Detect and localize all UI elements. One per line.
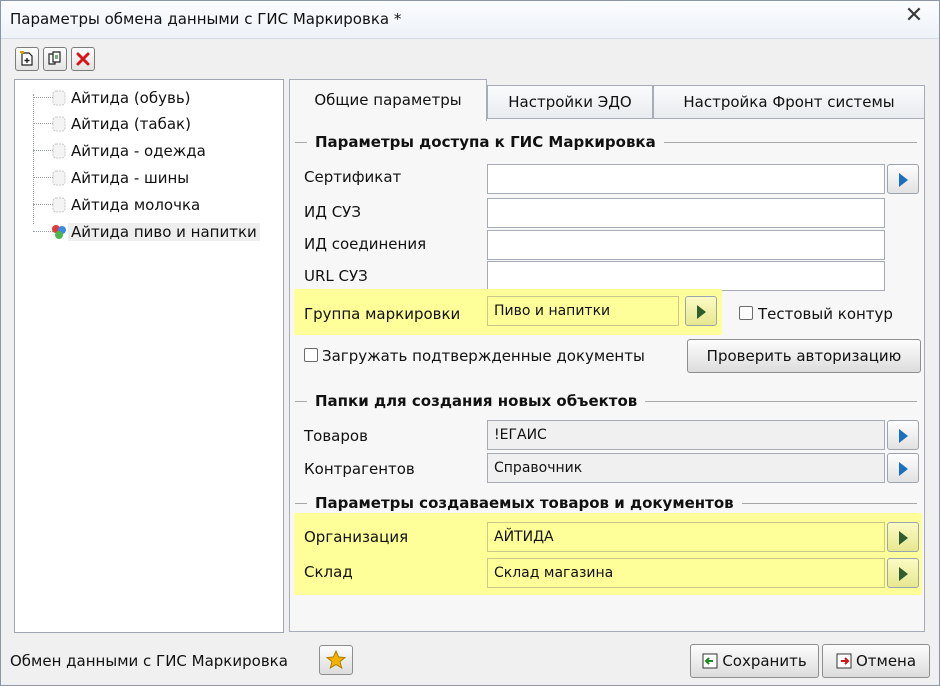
close-icon[interactable]: ✕ [903, 5, 925, 27]
contractors-folder-field[interactable]: Справочник [487, 453, 885, 483]
tree-item-label: Айтида пиво и напитки [68, 223, 260, 241]
window-title: Параметры обмена данными с ГИС Маркировк… [10, 10, 402, 28]
connection-id-field[interactable] [487, 230, 885, 260]
new-document-icon [20, 51, 33, 66]
marking-group-select-button[interactable] [685, 296, 717, 326]
organization-field[interactable]: АЙТИДА [487, 522, 885, 552]
load-confirmed-label: Загружать подтвержденные документы [322, 347, 645, 365]
marking-group-label: Группа маркировки [304, 305, 461, 323]
load-confirmed-checkbox[interactable] [304, 348, 318, 362]
tree-item[interactable]: Айтида (обувь) [15, 86, 283, 110]
test-contour-checkbox[interactable] [739, 306, 753, 320]
suz-id-field[interactable] [487, 198, 885, 228]
colored-circles-icon [52, 225, 66, 239]
tree-item-label: Айтида (обувь) [71, 89, 191, 107]
cancel-icon [836, 653, 852, 669]
copy-button[interactable] [43, 47, 67, 71]
blank-page-icon [52, 170, 66, 186]
section-access: Параметры доступа к ГИС Маркировка [295, 132, 917, 152]
save-button[interactable]: Сохранить [690, 644, 819, 678]
check-auth-button[interactable]: Проверить авторизацию [687, 339, 921, 373]
blank-page-icon [52, 143, 66, 159]
tree-item-label: Айтида молочка [71, 196, 201, 214]
exchange-tree[interactable]: Айтида (обувь) Айтида (табак) Айтида - о… [14, 79, 284, 633]
suz-url-label: URL СУЗ [304, 267, 368, 285]
tab-edo-settings[interactable]: Настройки ЭДО [487, 85, 653, 119]
section-title: Параметры доступа к ГИС Маркировка [307, 133, 664, 151]
favorite-button[interactable] [319, 645, 353, 675]
star-icon [326, 650, 346, 670]
cancel-button-label: Отмена [855, 652, 917, 670]
goods-folder-label: Товаров [304, 427, 368, 445]
footer-label: Обмен данными с ГИС Маркировка [10, 652, 288, 670]
title-bar: Параметры обмена данными с ГИС Маркировк… [1, 1, 939, 39]
organization-label: Организация [304, 528, 409, 546]
tree-item[interactable]: Айтида - одежда [15, 139, 283, 163]
section-title: Папки для создания новых объектов [307, 392, 646, 410]
blank-page-icon [52, 90, 66, 106]
test-contour-label: Тестовый контур [758, 305, 893, 323]
contractors-folder-label: Контрагентов [304, 460, 415, 478]
certificate-field[interactable] [487, 164, 885, 194]
tree-item-label: Айтида (табак) [71, 115, 191, 133]
delete-button[interactable] [71, 47, 95, 71]
arrow-right-icon [899, 531, 908, 545]
connection-id-label: ИД соединения [304, 235, 427, 253]
copy-document-icon [48, 51, 61, 65]
save-button-label: Сохранить [722, 652, 807, 670]
suz-url-field[interactable] [487, 261, 885, 291]
tab-strip: Общие параметры Настройки ЭДО Настройка … [289, 79, 925, 121]
warehouse-select-button[interactable] [887, 558, 919, 588]
suz-id-label: ИД СУЗ [304, 203, 361, 221]
section-folders: Папки для создания новых объектов [295, 391, 917, 411]
tree-item[interactable]: Айтида молочка [15, 193, 283, 217]
tab-general[interactable]: Общие параметры [289, 79, 487, 121]
tree-item-label: Айтида - одежда [71, 142, 206, 160]
tree-item[interactable]: Айтида (табак) [15, 112, 283, 136]
organization-select-button[interactable] [887, 522, 919, 552]
add-button[interactable] [15, 47, 39, 71]
section-params: Параметры создаваемых товаров и документ… [295, 493, 917, 513]
tab-front-system[interactable]: Настройка Фронт системы [653, 85, 925, 119]
goods-folder-field[interactable]: !ЕГАИС [487, 420, 885, 450]
arrow-right-icon [899, 567, 908, 581]
warehouse-label: Склад [304, 563, 353, 581]
goods-folder-select-button[interactable] [887, 420, 919, 450]
dialog-window: Параметры обмена данными с ГИС Маркировк… [0, 0, 940, 686]
arrow-right-icon [697, 305, 706, 319]
cancel-button[interactable]: Отмена [822, 644, 930, 678]
warehouse-field[interactable]: Склад магазина [487, 558, 885, 588]
tree-item-selected[interactable]: Айтида пиво и напитки [15, 220, 283, 244]
arrow-right-icon [899, 429, 908, 443]
arrow-right-icon [899, 173, 908, 187]
certificate-select-button[interactable] [887, 164, 919, 194]
marking-group-field[interactable]: Пиво и напитки [487, 296, 679, 326]
section-title: Параметры создаваемых товаров и документ… [307, 494, 742, 512]
tree-item[interactable]: Айтида - шины [15, 166, 283, 190]
arrow-right-icon [899, 462, 908, 476]
red-cross-icon [76, 52, 90, 66]
tree-item-label: Айтида - шины [71, 169, 190, 187]
blank-page-icon [52, 197, 66, 213]
save-icon [702, 653, 718, 669]
contractors-folder-select-button[interactable] [887, 453, 919, 483]
blank-page-icon [52, 116, 66, 132]
certificate-label: Сертификат [304, 168, 402, 186]
